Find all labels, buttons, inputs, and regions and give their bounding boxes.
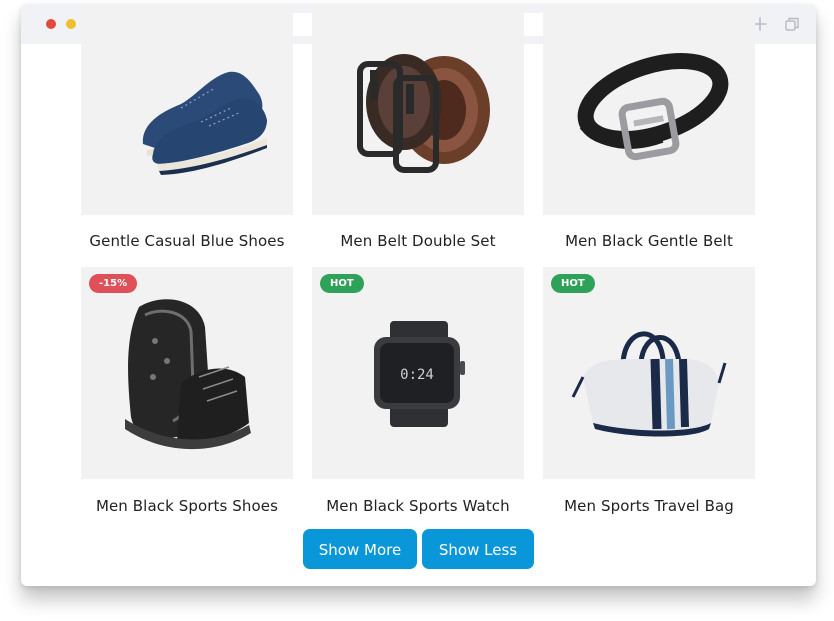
product-card[interactable]: 0:24 HOT	[312, 267, 524, 479]
product-name[interactable]: Men Belt Double Set	[298, 232, 538, 250]
minimize-window-dot[interactable]	[66, 19, 76, 29]
product-card[interactable]	[81, 4, 293, 215]
product-card[interactable]	[543, 4, 755, 215]
product-card[interactable]	[312, 4, 524, 215]
show-more-button[interactable]: Show More	[303, 529, 417, 569]
travel-bag-image	[571, 331, 727, 437]
svg-text:0:24: 0:24	[400, 367, 434, 383]
product-name[interactable]: Men Black Sports Watch	[298, 497, 538, 515]
tabs-icon[interactable]	[782, 14, 802, 34]
blue-casual-shoes-image	[142, 71, 267, 175]
discount-badge: -15%	[89, 274, 138, 293]
show-less-button[interactable]: Show Less	[422, 529, 534, 569]
product-name[interactable]: Men Sports Travel Bag	[529, 497, 769, 515]
hot-badge: HOT	[551, 274, 595, 293]
product-card[interactable]: -15%	[81, 267, 293, 479]
product-name[interactable]: Gentle Casual Blue Shoes	[67, 232, 307, 250]
hot-badge: HOT	[320, 274, 364, 293]
close-window-dot[interactable]	[46, 19, 56, 29]
black-smart-watch-image: 0:24	[374, 321, 465, 427]
black-belt-image	[577, 53, 729, 161]
black-sports-boots-image	[125, 299, 251, 450]
product-card[interactable]: HOT	[543, 267, 755, 479]
product-name[interactable]: Men Black Gentle Belt	[529, 232, 769, 250]
double-belt-set-image	[357, 54, 490, 173]
product-name[interactable]: Men Black Sports Shoes	[67, 497, 307, 515]
